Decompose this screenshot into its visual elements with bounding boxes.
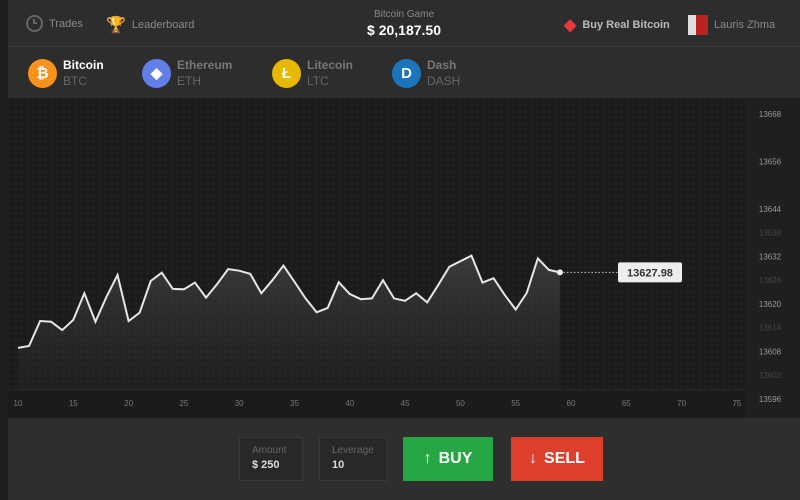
- buy-button[interactable]: ↑ BUY: [403, 437, 493, 481]
- litecoin-icon: Ł: [272, 58, 301, 88]
- balance-value: $ 20,187.50: [367, 22, 441, 38]
- coin-tab-litecoin[interactable]: Ł Litecoin LTC: [272, 58, 353, 88]
- y-tick-label: 13656: [759, 157, 782, 166]
- x-tick-label: 15: [69, 399, 78, 408]
- x-tick-label: 50: [456, 399, 465, 408]
- amount-field[interactable]: Amount $ 250: [239, 437, 303, 481]
- y-tick-label: 13668: [759, 110, 782, 119]
- x-tick-label: 70: [677, 399, 686, 408]
- x-tick-label: 65: [622, 399, 631, 408]
- buy-real-bitcoin-link[interactable]: ◆ Buy Real Bitcoin: [564, 15, 670, 35]
- coin-tab-bitcoin[interactable]: ₿ Bitcoin BTC: [28, 58, 104, 88]
- trade-panel: Amount $ 250 Leverage 10 ↑ BUY ↓ SELL: [8, 418, 800, 500]
- ruby-icon: ◆: [564, 17, 577, 34]
- y-tick-label: 13596: [759, 395, 782, 404]
- dash-icon: D: [392, 58, 421, 88]
- coin-selector: ₿ Bitcoin BTC ◆ Ethereum ETH Ł Litecoin LTC…: [8, 48, 800, 98]
- y-minor-tick-label: 13602: [759, 371, 782, 380]
- balance-display: Bitcoin Game $ 20,187.50: [8, 9, 800, 38]
- x-tick-label: 35: [290, 399, 299, 408]
- ethereum-icon: ◆: [142, 58, 171, 88]
- x-tick-label: 30: [235, 399, 244, 408]
- current-price-label: 13627.98: [627, 267, 673, 279]
- x-tick-label: 75: [732, 399, 741, 408]
- x-tick-label: 45: [401, 399, 410, 408]
- y-minor-tick-label: 13614: [759, 324, 782, 333]
- x-tick-label: 40: [345, 399, 354, 408]
- y-tick-label: 13608: [759, 347, 782, 356]
- avatar: [688, 15, 708, 35]
- sell-button[interactable]: ↓ SELL: [511, 437, 603, 481]
- y-tick-label: 13644: [759, 205, 782, 214]
- price-chart-svg: 13627.98 10 15 20 25 30 35 40 45 50 55 60 65 70 75 1366…: [8, 98, 800, 418]
- game-title: Bitcoin Game: [373, 9, 435, 20]
- coin-tab-ethereum[interactable]: ◆ Ethereum ETH: [142, 58, 232, 88]
- x-tick-label: 10: [14, 399, 23, 408]
- y-minor-tick-label: 13638: [759, 229, 782, 238]
- coin-tab-dash[interactable]: D Dash DASH: [392, 58, 460, 88]
- y-minor-tick-label: 13626: [759, 276, 782, 285]
- arrow-down-icon: ↓: [529, 450, 538, 467]
- bitcoin-icon: ₿: [28, 58, 57, 88]
- y-tick-label: 13632: [759, 252, 782, 261]
- x-tick-label: 55: [511, 399, 520, 408]
- current-price-dot: [556, 269, 563, 276]
- leverage-field[interactable]: Leverage 10: [319, 437, 387, 481]
- x-tick-label: 25: [179, 399, 188, 408]
- price-chart[interactable]: 13627.98 10 15 20 25 30 35 40 45 50 55 60 65 70 75 1366…: [8, 98, 800, 418]
- y-tick-label: 13620: [759, 300, 782, 309]
- user-profile[interactable]: Lauris Zhma: [688, 15, 775, 35]
- top-bar: Trades 🏆 Leaderboard Bitcoin Game $ 20,1…: [8, 0, 800, 47]
- arrow-up-icon: ↑: [423, 450, 432, 467]
- x-tick-label: 60: [567, 399, 576, 408]
- x-tick-label: 20: [124, 399, 133, 408]
